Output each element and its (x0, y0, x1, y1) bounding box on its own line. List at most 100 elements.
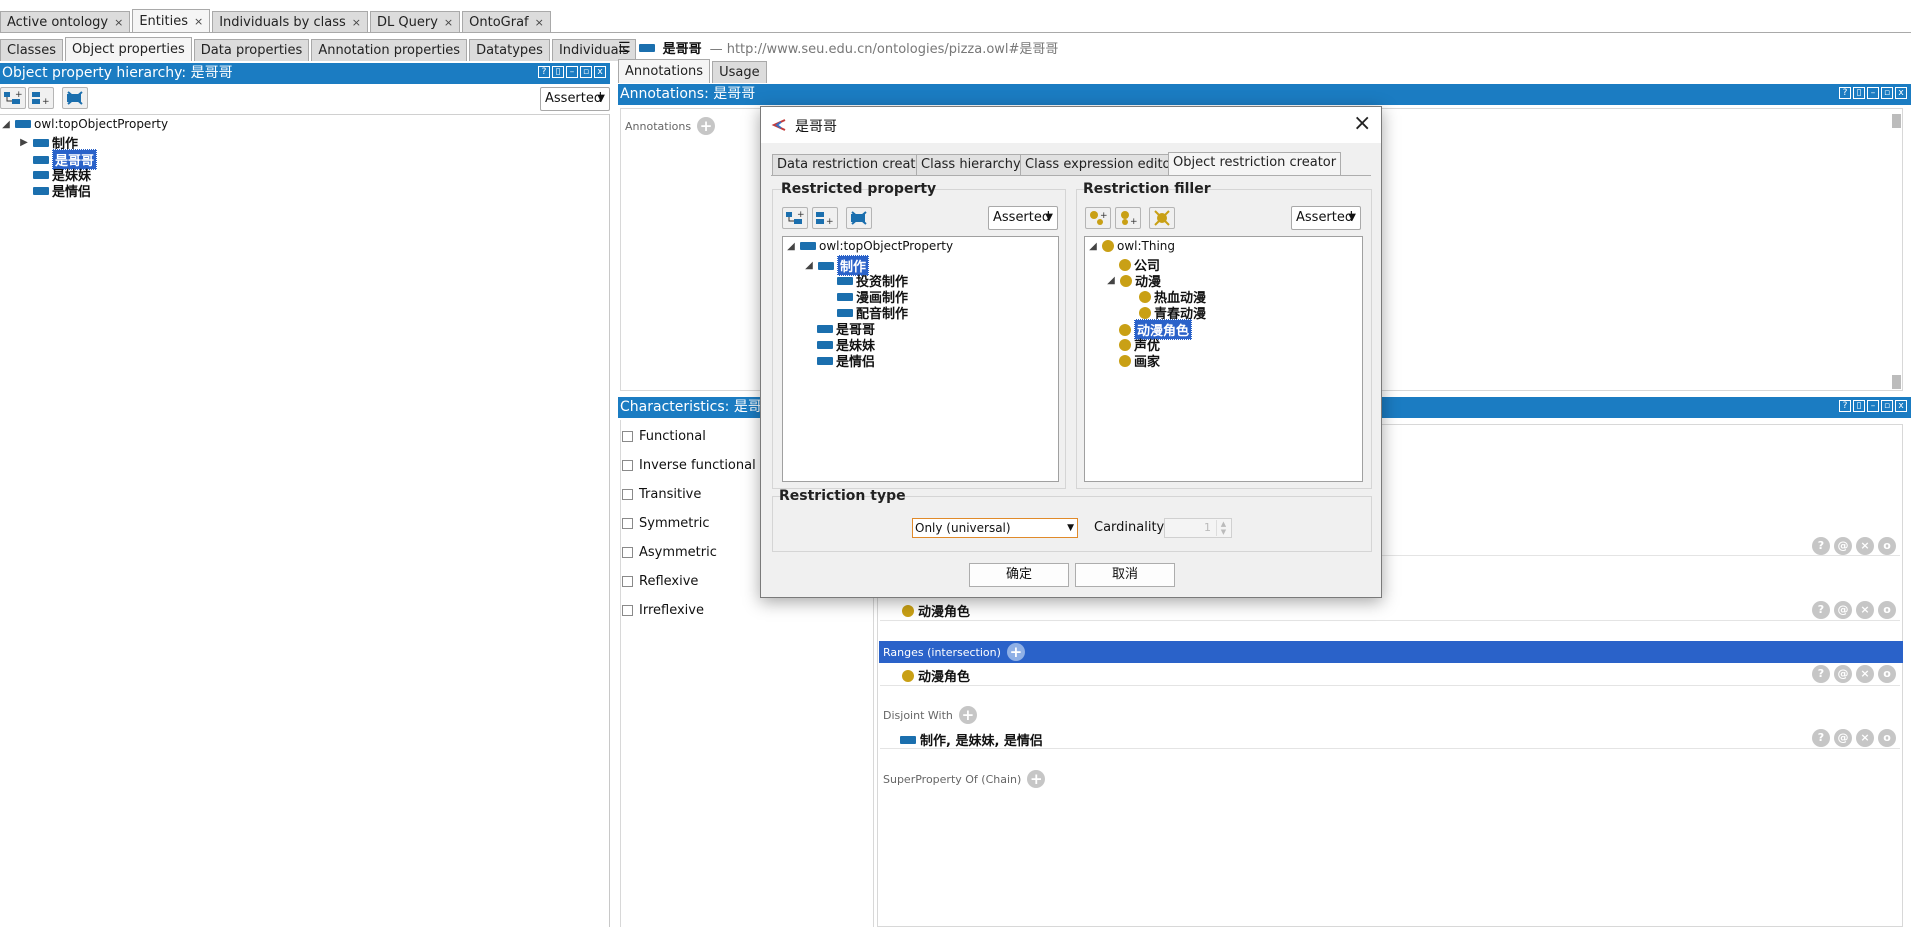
add-sibling-property-button[interactable]: + (812, 207, 838, 229)
delete-icon[interactable]: × (1856, 665, 1874, 683)
explain-icon[interactable]: ? (1812, 729, 1830, 747)
add-sibling-property-button[interactable]: + (28, 87, 54, 109)
help-icon[interactable]: ? (1839, 87, 1851, 99)
tab-data-restriction-creator[interactable]: Data restriction creator (772, 154, 934, 175)
restriction-type-select[interactable]: Only (universal) ▼ (912, 518, 1078, 538)
scroll-thumb-bottom[interactable] (1892, 375, 1901, 389)
close-view-icon[interactable]: x (1895, 87, 1907, 99)
add-sub-property-button[interactable]: + (782, 207, 808, 229)
tab-classes[interactable]: Classes (0, 39, 63, 61)
tab-annotations[interactable]: Annotations (618, 59, 711, 83)
tab-object-properties[interactable]: Object properties (64, 37, 192, 61)
tab-annotation-properties[interactable]: Annotation properties (311, 39, 468, 61)
tree-item-qinglv[interactable]: 是情侣 (817, 351, 875, 370)
characteristic-transitive[interactable]: Transitive (622, 487, 701, 502)
split-icon[interactable]: ▯ (1853, 400, 1865, 412)
minimize-icon[interactable]: – (1867, 87, 1879, 99)
annotate-icon[interactable]: @ (1834, 729, 1852, 747)
property-mode-select[interactable]: Asserted ▼ (988, 206, 1058, 230)
ok-button[interactable]: 确定 (969, 563, 1069, 587)
spinner-arrows-icon[interactable]: ▲ ▼ (1216, 520, 1230, 536)
collapse-icon[interactable]: ◢ (0, 119, 12, 130)
edit-icon[interactable]: o (1878, 665, 1896, 683)
tab-class-expression-editor[interactable]: Class expression editor (1020, 154, 1181, 175)
range-item[interactable]: 动漫角色 (902, 666, 970, 685)
add-sub-property-button[interactable]: + (0, 87, 26, 109)
characteristic-reflexive[interactable]: Reflexive (622, 574, 698, 589)
tab-datatypes[interactable]: Datatypes (469, 39, 550, 61)
property-tree[interactable]: ◢ owl:topObjectProperty ◢ 制作 投资制作 漫画制作 配音制… (782, 236, 1059, 482)
explain-icon[interactable]: ? (1812, 601, 1830, 619)
checkbox[interactable] (622, 576, 633, 587)
annotate-icon[interactable]: @ (1834, 601, 1852, 619)
maximize-icon[interactable]: ▫ (580, 66, 592, 78)
close-view-icon[interactable]: x (1895, 400, 1907, 412)
minimize-icon[interactable]: – (1867, 400, 1879, 412)
delete-property-button[interactable] (62, 87, 88, 109)
filler-mode-select[interactable]: Asserted ▼ (1291, 206, 1361, 230)
domain-item[interactable]: 动漫角色 (902, 601, 970, 620)
explain-icon[interactable]: ? (1812, 665, 1830, 683)
class-tree[interactable]: ◢ owl:Thing 公司 ◢ 动漫 热血动漫 青春动漫 动漫角色 声优 画家 (1084, 236, 1363, 482)
checkbox[interactable] (622, 431, 633, 442)
collapse-icon[interactable]: ◢ (1105, 275, 1117, 286)
tab-dl-query[interactable]: DL Query × (370, 11, 461, 33)
add-subclass-button[interactable]: + (1085, 207, 1111, 229)
split-icon[interactable]: ▯ (552, 66, 564, 78)
disjoint-item[interactable]: 制作, 是妹妹, 是情侣 (900, 730, 1043, 749)
tab-data-properties[interactable]: Data properties (193, 39, 310, 61)
tree-root[interactable]: ◢ owl:topObjectProperty (0, 117, 168, 131)
close-icon[interactable]: × (1353, 111, 1371, 136)
close-icon[interactable]: × (444, 12, 453, 33)
characteristic-asymmetric[interactable]: Asymmetric (622, 545, 717, 560)
delete-icon[interactable]: × (1856, 537, 1874, 555)
add-range-icon[interactable]: + (1006, 643, 1025, 661)
tab-active-ontology[interactable]: Active ontology × (0, 11, 131, 33)
tab-individuals-by-class[interactable]: Individuals by class × (212, 11, 368, 33)
minimize-icon[interactable]: – (566, 66, 578, 78)
tab-entities[interactable]: Entities × (132, 9, 211, 33)
help-icon[interactable]: ? (538, 66, 550, 78)
close-icon[interactable]: × (194, 11, 203, 32)
tab-ontograf[interactable]: OntoGraf × (462, 11, 551, 33)
tab-object-restriction-creator[interactable]: Object restriction creator (1168, 152, 1342, 175)
add-disjoint-icon[interactable]: + (958, 706, 977, 724)
tab-class-hierarchy[interactable]: Class hierarchy (916, 154, 1026, 175)
edit-icon[interactable]: o (1878, 729, 1896, 747)
checkbox[interactable] (622, 605, 633, 616)
collapse-icon[interactable]: ◢ (803, 260, 815, 271)
tree-item-huajia[interactable]: 画家 (1119, 351, 1160, 370)
delete-icon[interactable]: × (1856, 729, 1874, 747)
close-icon[interactable]: × (114, 12, 123, 33)
characteristic-irreflexive[interactable]: Irreflexive (622, 603, 704, 618)
checkbox[interactable] (622, 489, 633, 500)
delete-icon[interactable]: × (1856, 601, 1874, 619)
collapse-icon[interactable]: ◢ (785, 241, 797, 252)
close-icon[interactable]: × (535, 12, 544, 33)
maximize-icon[interactable]: ▫ (1881, 87, 1893, 99)
tree-item-qinglv[interactable]: 是情侣 (18, 181, 91, 200)
characteristic-functional[interactable]: Functional (622, 429, 706, 444)
close-icon[interactable]: × (352, 12, 361, 33)
help-icon[interactable]: ? (1839, 400, 1851, 412)
menu-icon[interactable]: ☰ (618, 40, 631, 56)
annotate-icon[interactable]: @ (1834, 665, 1852, 683)
characteristic-inverse-functional[interactable]: Inverse functional (622, 458, 756, 473)
close-view-icon[interactable]: x (594, 66, 606, 78)
tab-usage[interactable]: Usage (712, 61, 767, 83)
characteristic-symmetric[interactable]: Symmetric (622, 516, 709, 531)
annotate-icon[interactable]: @ (1834, 537, 1852, 555)
scroll-thumb-top[interactable] (1892, 114, 1901, 128)
hierarchy-mode-select[interactable]: Asserted ▼ (540, 87, 610, 111)
add-annotation-icon[interactable]: + (697, 117, 716, 135)
expand-icon[interactable]: ▶ (18, 137, 30, 148)
cardinality-spinner[interactable]: 1 ▲ ▼ (1164, 518, 1232, 538)
tree-root[interactable]: ◢ owl:Thing (1087, 239, 1175, 253)
annotations-scrollbar[interactable] (1892, 114, 1902, 389)
edit-icon[interactable]: o (1878, 601, 1896, 619)
delete-class-button[interactable] (1149, 207, 1175, 229)
tree-root[interactable]: ◢ owl:topObjectProperty (785, 239, 953, 253)
collapse-icon[interactable]: ◢ (1087, 241, 1099, 252)
checkbox[interactable] (622, 547, 633, 558)
edit-icon[interactable]: o (1878, 537, 1896, 555)
